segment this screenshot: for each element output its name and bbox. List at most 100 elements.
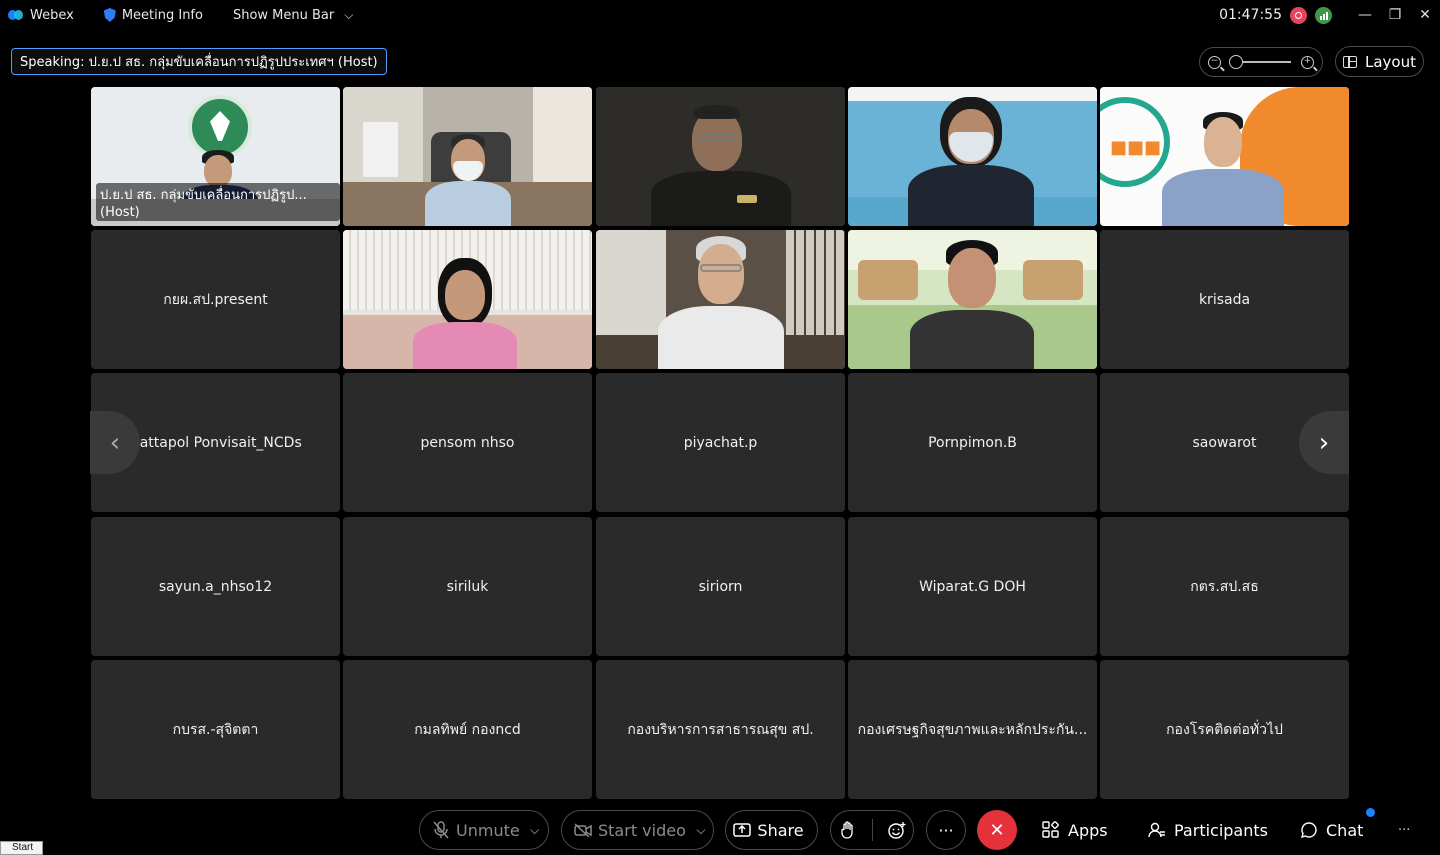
unmute-button[interactable]: Unmute ⌵ xyxy=(419,810,549,850)
participant-video xyxy=(848,230,1097,369)
participant-tile[interactable] xyxy=(596,87,845,226)
webex-logo-icon xyxy=(8,8,24,22)
minimize-icon[interactable]: — xyxy=(1350,7,1380,23)
microphone-muted-icon xyxy=(432,821,450,839)
meeting-info-button[interactable]: Meeting Info xyxy=(103,7,203,23)
reactions-icon[interactable] xyxy=(887,821,906,839)
app-brand[interactable]: Webex xyxy=(8,8,74,23)
participant-video xyxy=(596,87,845,226)
participant-name: กองบริหารการสาธารณสุข สป. xyxy=(627,721,814,738)
participant-name: krisada xyxy=(1198,291,1251,308)
participant-name: กองโรคติดต่อทั่วไป xyxy=(1166,721,1283,738)
participant-tile[interactable]: ป.ย.ป สธ. กลุ่มขับเคลื่อนการปฏิรูป... (H… xyxy=(91,87,340,226)
apps-button[interactable]: Apps xyxy=(1042,810,1108,850)
participant-tile[interactable]: กตร.สป.สธ xyxy=(1100,517,1349,656)
zoom-in-icon[interactable]: + xyxy=(1301,55,1314,69)
chevron-down-icon[interactable]: ⌵ xyxy=(526,821,544,839)
participant-tile[interactable]: กองเศรษฐกิจสุขภาพและหลักประกัน... xyxy=(848,660,1097,799)
more-options-button[interactable]: ··· xyxy=(926,810,966,850)
zoom-control[interactable]: − + xyxy=(1199,47,1323,77)
close-icon[interactable]: ✕ xyxy=(1410,7,1440,23)
raise-hand-icon[interactable] xyxy=(839,821,857,839)
chat-button[interactable]: Chat xyxy=(1300,810,1363,850)
start-button[interactable]: Start xyxy=(0,841,43,855)
participant-name: saowarot xyxy=(1192,434,1257,451)
participant-video xyxy=(848,87,1097,226)
unmute-label: Unmute xyxy=(456,820,520,840)
network-health-icon[interactable] xyxy=(1315,6,1332,24)
participants-label: Participants xyxy=(1174,820,1268,840)
chevron-down-icon: ⌵ xyxy=(344,7,354,22)
layout-button[interactable]: Layout xyxy=(1335,46,1424,77)
overflow-menu-button[interactable]: ··· xyxy=(1398,810,1410,850)
participant-name: Pornpimon.B xyxy=(928,434,1017,451)
participant-tile[interactable]: กองโรคติดต่อทั่วไป xyxy=(1100,660,1349,799)
chevron-down-icon[interactable]: ⌵ xyxy=(692,821,710,839)
show-menu-bar-button[interactable]: Show Menu Bar ⌵ xyxy=(233,8,353,23)
reactions-group xyxy=(830,810,914,850)
participants-button[interactable]: Participants xyxy=(1148,810,1268,850)
participant-tile[interactable] xyxy=(343,87,592,226)
participant-name: กยผ.สป.present xyxy=(163,291,268,308)
layout-label: Layout xyxy=(1365,52,1416,71)
participant-tile[interactable]: กองบริหารการสาธารณสุข สป. xyxy=(596,660,845,799)
participant-tile[interactable] xyxy=(848,87,1097,226)
participant-tile[interactable]: ■■■ xyxy=(1100,87,1349,226)
participant-name: Nattapol Ponvisait_NCDs xyxy=(129,434,302,451)
participant-video xyxy=(343,230,592,369)
participant-name: siriorn xyxy=(698,578,743,595)
share-label: Share xyxy=(757,820,804,840)
meeting-controls: Unmute ⌵ Start video ⌵ Share ··· ✕ Apps xyxy=(0,808,1440,850)
app-name: Webex xyxy=(30,7,74,23)
zoom-slider-knob[interactable] xyxy=(1229,55,1243,69)
participant-tile[interactable]: Pornpimon.B xyxy=(848,373,1097,512)
zoom-slider[interactable] xyxy=(1229,55,1291,69)
participant-name: กองเศรษฐกิจสุขภาพและหลักประกัน... xyxy=(857,721,1088,738)
participant-tile[interactable]: กมลทิพย์ กองncd xyxy=(343,660,592,799)
participant-video: ■■■ xyxy=(1100,87,1349,226)
meeting-info-label: Meeting Info xyxy=(121,7,203,23)
participant-name: กมลทิพย์ กองncd xyxy=(414,721,521,738)
participant-name: sayun.a_nhso12 xyxy=(158,578,273,595)
participant-tile[interactable]: กยผ.สป.present xyxy=(91,230,340,369)
start-video-label: Start video xyxy=(598,820,686,840)
recording-icon[interactable] xyxy=(1290,6,1307,24)
layout-grid-icon xyxy=(1343,55,1357,68)
participant-tile[interactable] xyxy=(343,230,592,369)
participant-tile[interactable] xyxy=(596,230,845,369)
participant-tile[interactable]: krisada xyxy=(1100,230,1349,369)
meeting-clock: 01:47:55 xyxy=(1219,7,1282,23)
participant-video xyxy=(343,87,592,226)
title-bar: Webex Meeting Info Show Menu Bar ⌵ 01:47… xyxy=(0,0,1440,30)
participant-tile[interactable]: siriorn xyxy=(596,517,845,656)
participant-tile[interactable]: กบรส.-สุจิตตา xyxy=(91,660,340,799)
participant-tile[interactable] xyxy=(848,230,1097,369)
camera-off-icon xyxy=(574,821,592,839)
participant-video xyxy=(596,230,845,369)
share-screen-icon xyxy=(733,821,752,839)
participant-name: siriluk xyxy=(446,578,489,595)
chevron-left-icon: ‹ xyxy=(109,427,121,458)
participant-tile[interactable]: piyachat.p xyxy=(596,373,845,512)
participant-name: กตร.สป.สธ xyxy=(1190,578,1259,595)
apps-icon xyxy=(1042,821,1060,839)
participant-tile[interactable]: sayun.a_nhso12 xyxy=(91,517,340,656)
participant-name: Wiparat.G DOH xyxy=(919,578,1026,595)
start-video-button[interactable]: Start video ⌵ xyxy=(561,810,714,850)
participant-name: pensom nhso xyxy=(420,434,515,451)
end-meeting-button[interactable]: ✕ xyxy=(977,810,1017,850)
participant-name: ป.ย.ป สธ. กลุ่มขับเคลื่อนการปฏิรูป... (H… xyxy=(96,183,340,221)
participants-icon xyxy=(1148,821,1166,839)
participant-tile[interactable]: siriluk xyxy=(343,517,592,656)
shield-icon xyxy=(103,8,116,22)
participant-name: piyachat.p xyxy=(683,434,758,451)
close-icon: ✕ xyxy=(989,819,1005,841)
chat-bubble-icon xyxy=(1300,821,1318,839)
show-menu-bar-label: Show Menu Bar xyxy=(232,7,335,23)
zoom-out-icon[interactable]: − xyxy=(1208,55,1221,69)
active-speaker-label: Speaking: ป.ย.ป สธ. กลุ่มขับเคลื่อนการปฏ… xyxy=(11,48,387,75)
participant-tile[interactable]: pensom nhso xyxy=(343,373,592,512)
share-button[interactable]: Share xyxy=(725,810,818,850)
restore-icon[interactable]: ❐ xyxy=(1380,7,1410,23)
participant-tile[interactable]: Wiparat.G DOH xyxy=(848,517,1097,656)
